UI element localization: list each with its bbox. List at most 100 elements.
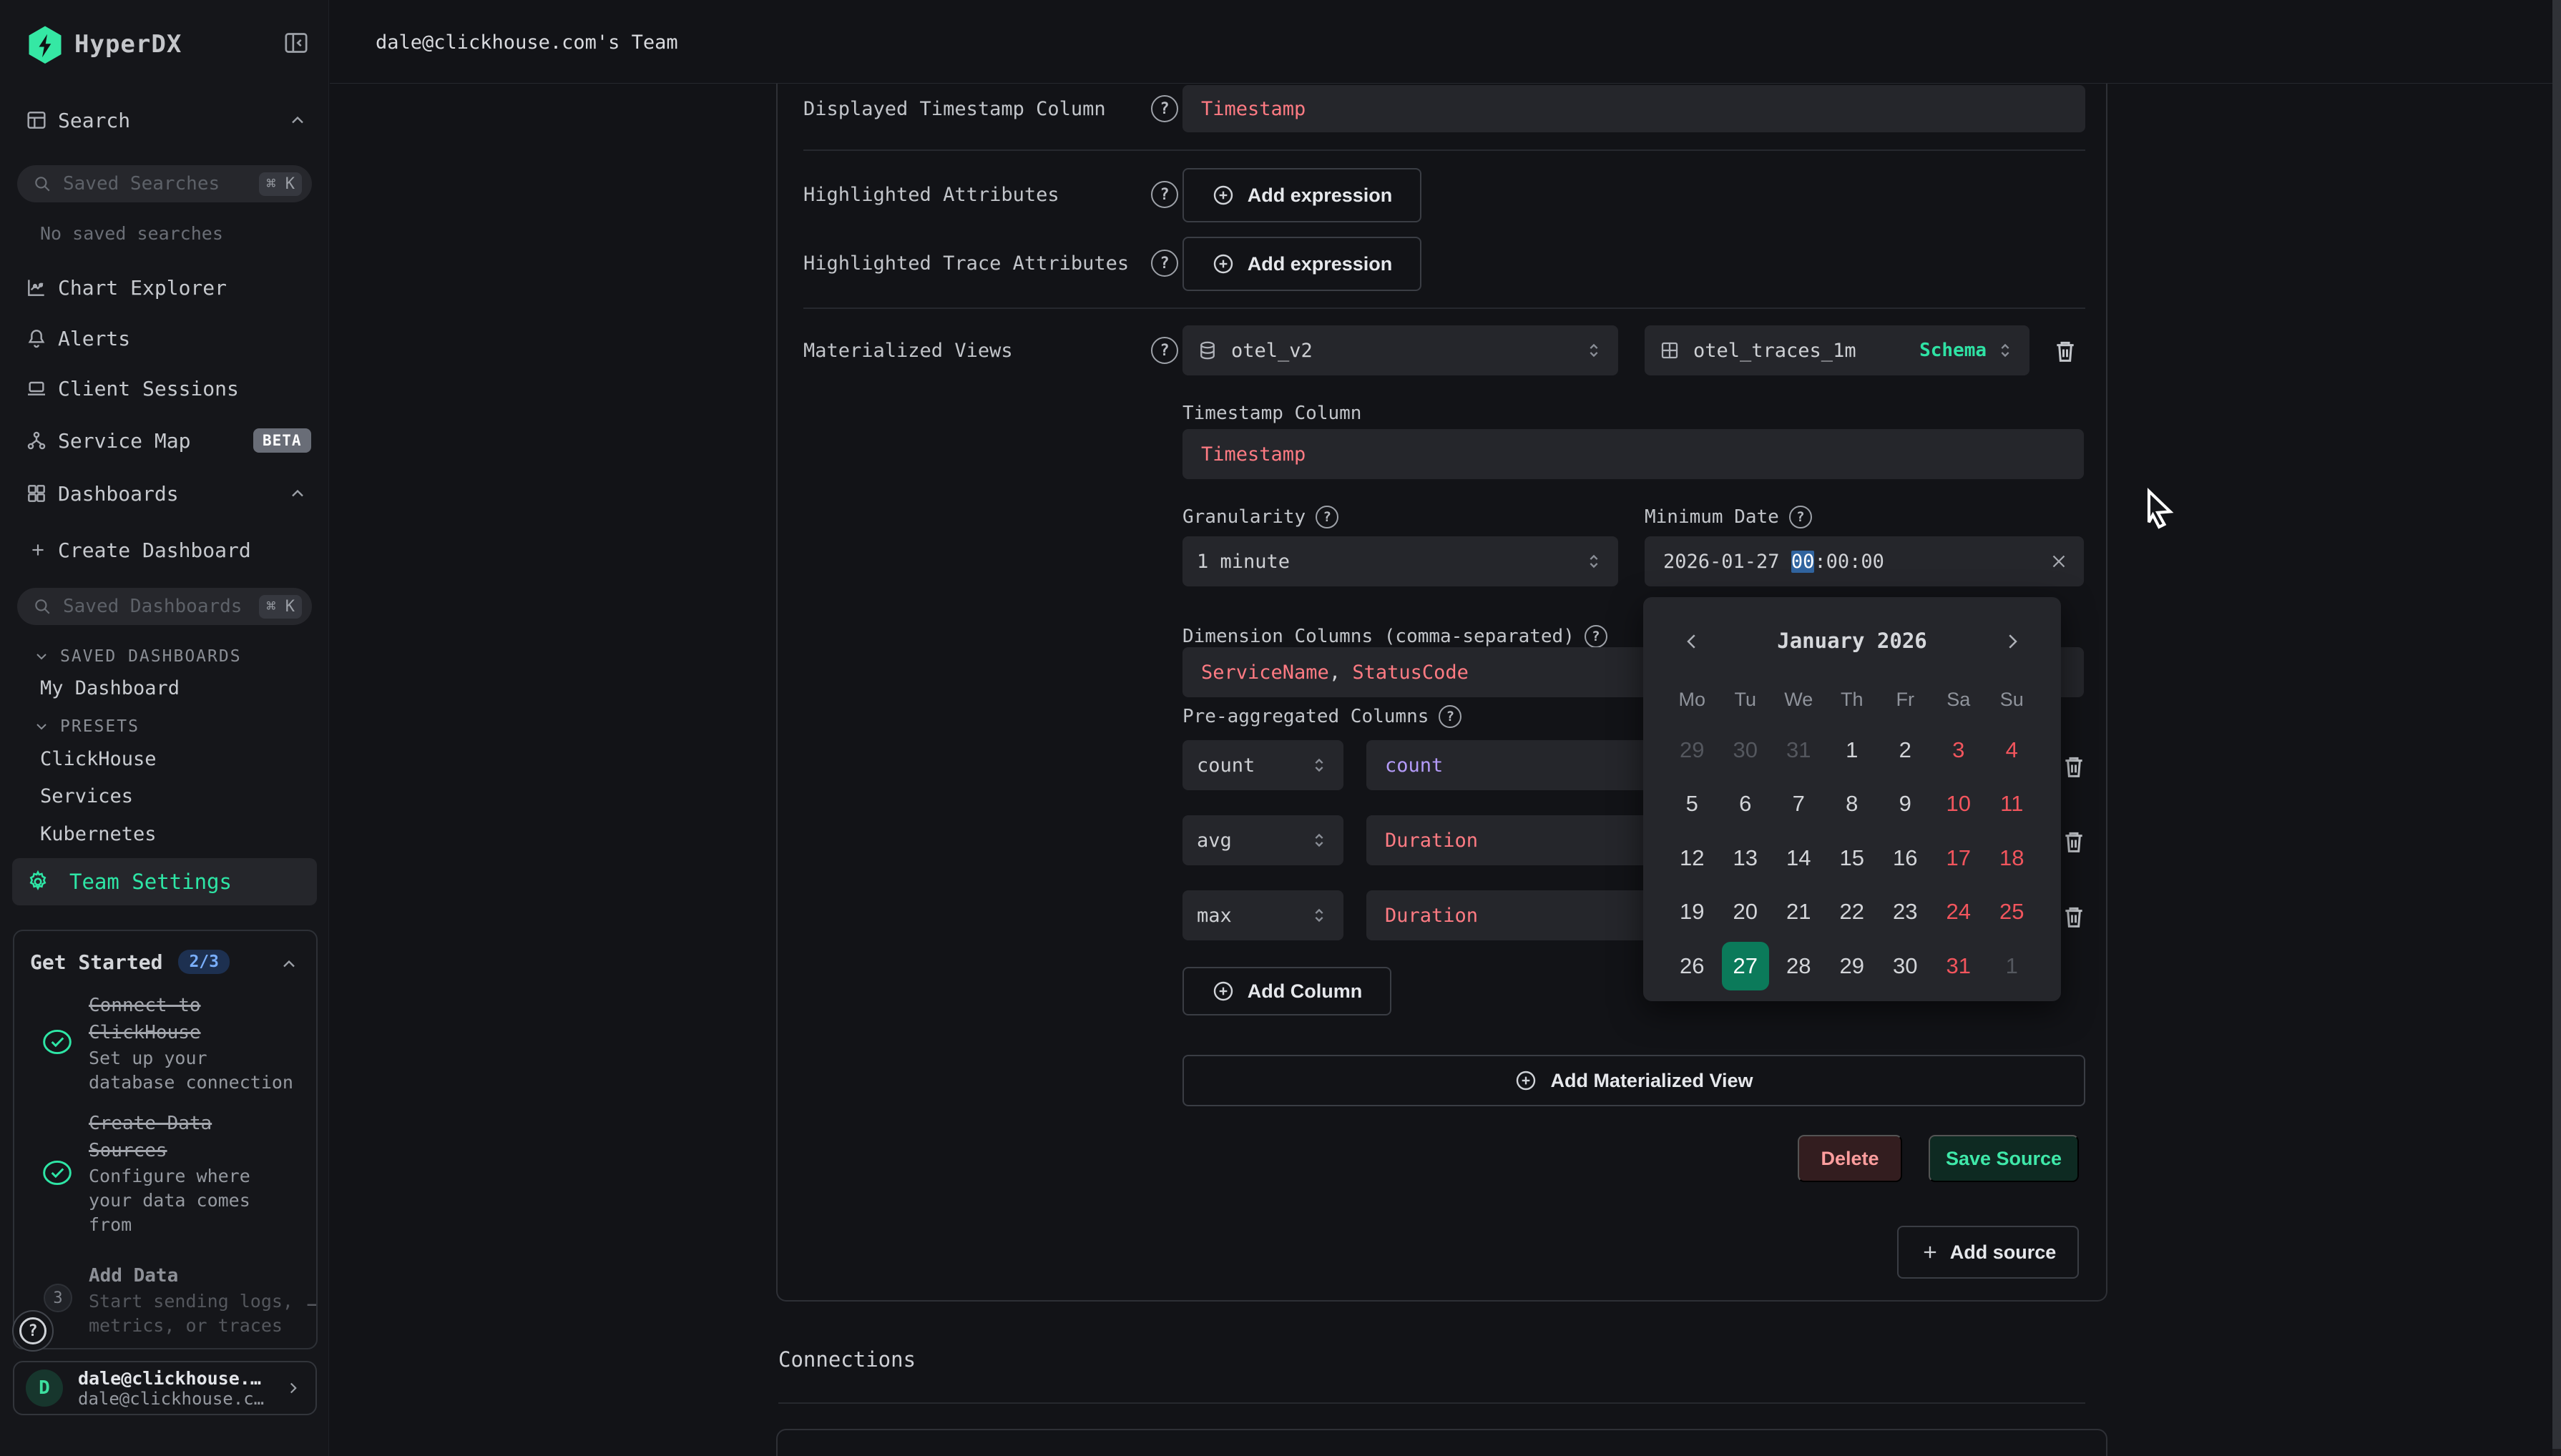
help-icon[interactable]: ? bbox=[1789, 506, 1812, 528]
profile-menu[interactable]: D dale@clickhouse.… dale@clickhouse.c… bbox=[13, 1361, 317, 1415]
calendar-day[interactable]: 24 bbox=[1932, 885, 1986, 940]
sidebar-item-clickhouse[interactable]: ClickHouse bbox=[40, 748, 157, 770]
calendar-day[interactable]: 6 bbox=[1719, 777, 1773, 832]
help-icon[interactable]: ? bbox=[1585, 625, 1607, 648]
schema-badge[interactable]: Schema bbox=[1919, 340, 1987, 361]
calendar-day[interactable]: 20 bbox=[1719, 885, 1773, 940]
sidebar-item-kubernetes[interactable]: Kubernetes bbox=[40, 823, 157, 845]
sidebar-item-client-sessions[interactable]: Client Sessions bbox=[0, 370, 329, 406]
sidebar-item-alerts[interactable]: Alerts bbox=[0, 320, 329, 356]
saved-dashboards-section-header[interactable]: SAVED DASHBOARDS bbox=[33, 644, 242, 669]
presets-section-header[interactable]: PRESETS bbox=[33, 714, 139, 739]
calendar-day[interactable]: 14 bbox=[1772, 831, 1826, 885]
calendar-day[interactable]: 30 bbox=[1719, 723, 1773, 777]
calendar-day[interactable]: 29 bbox=[1665, 723, 1719, 777]
calendar-grid: 2930311234567891011121314151617181920212… bbox=[1665, 723, 2039, 993]
delete-column-icon[interactable] bbox=[2060, 901, 2088, 933]
help-icon[interactable]: ? bbox=[1151, 95, 1178, 122]
calendar-day[interactable]: 21 bbox=[1772, 885, 1826, 940]
calendar-day[interactable]: 29 bbox=[1826, 939, 1879, 993]
chevron-updown-icon bbox=[1309, 905, 1329, 925]
saved-dashboards-input[interactable]: Saved Dashboards ⌘ K bbox=[17, 588, 312, 625]
calendar-day[interactable]: 26 bbox=[1665, 939, 1719, 993]
add-materialized-view-button[interactable]: Add Materialized View bbox=[1182, 1055, 2085, 1106]
sidebar-item-service-map[interactable]: Service Map BETA bbox=[0, 423, 329, 458]
calendar-day[interactable]: 4 bbox=[1985, 723, 2039, 777]
sidebar-item-team-settings[interactable]: Team Settings bbox=[12, 858, 317, 905]
aggregation-op-select[interactable]: count bbox=[1182, 740, 1343, 790]
chevron-up-icon[interactable] bbox=[279, 954, 299, 974]
help-button[interactable]: ? bbox=[12, 1310, 54, 1352]
saved-dashboards-placeholder: Saved Dashboards bbox=[63, 596, 259, 617]
sidebar-item-services[interactable]: Services bbox=[40, 785, 133, 807]
add-expression-button[interactable]: Add expression bbox=[1182, 168, 1421, 222]
page-scrollbar[interactable] bbox=[2552, 0, 2561, 1456]
plus-circle-icon bbox=[1212, 184, 1235, 207]
aggregation-op-select[interactable]: max bbox=[1182, 890, 1343, 940]
calendar-day[interactable]: 18 bbox=[1985, 831, 2039, 885]
calendar-day[interactable]: 15 bbox=[1826, 831, 1879, 885]
calendar-day[interactable]: 22 bbox=[1826, 885, 1879, 940]
calendar-day[interactable]: 17 bbox=[1932, 831, 1986, 885]
chevron-up-icon[interactable] bbox=[288, 110, 308, 130]
mv-timestamp-input[interactable]: Timestamp bbox=[1182, 429, 2084, 479]
calendar-day[interactable]: 30 bbox=[1879, 939, 1932, 993]
add-source-button[interactable]: Add source bbox=[1897, 1226, 2079, 1279]
calendar-day[interactable]: 7 bbox=[1772, 777, 1826, 832]
calendar-day[interactable]: 13 bbox=[1719, 831, 1773, 885]
calendar-day[interactable]: 11 bbox=[1985, 777, 2039, 832]
calendar-day[interactable]: 23 bbox=[1879, 885, 1932, 940]
sidebar-item-search[interactable]: Search bbox=[0, 102, 329, 138]
sidebar-item-dashboards[interactable]: Dashboards bbox=[0, 476, 329, 511]
save-source-button[interactable]: Save Source bbox=[1929, 1135, 2079, 1182]
next-month-button[interactable] bbox=[1994, 623, 2031, 660]
calendar-day[interactable]: 10 bbox=[1932, 777, 1986, 832]
displayed-timestamp-input[interactable]: Timestamp bbox=[1182, 85, 2085, 132]
laptop-icon bbox=[25, 377, 48, 400]
help-icon[interactable]: ? bbox=[1439, 705, 1461, 728]
profile-name: dale@clickhouse.… bbox=[78, 1368, 284, 1389]
chevron-up-icon[interactable] bbox=[288, 483, 308, 503]
delete-column-icon[interactable] bbox=[2060, 751, 2088, 782]
calendar-day[interactable]: 1 bbox=[1826, 723, 1879, 777]
clear-date-icon[interactable] bbox=[2048, 551, 2070, 572]
calendar-day[interactable]: 31 bbox=[1932, 939, 1986, 993]
preaggregated-columns-label-row: Pre-aggregated Columns ? bbox=[1182, 700, 1461, 733]
get-started-title: Get Started bbox=[30, 950, 162, 974]
calendar-day[interactable]: 25 bbox=[1985, 885, 2039, 940]
kbd-shortcut-badge: ⌘ K bbox=[259, 595, 302, 619]
calendar-day[interactable]: 2 bbox=[1879, 723, 1932, 777]
delete-column-icon[interactable] bbox=[2060, 826, 2088, 857]
saved-searches-input[interactable]: Saved Searches ⌘ K bbox=[17, 165, 312, 202]
delete-materialized-view-icon[interactable] bbox=[2051, 335, 2080, 367]
calendar-day[interactable]: 9 bbox=[1879, 777, 1932, 832]
calendar-day[interactable]: 19 bbox=[1665, 885, 1719, 940]
delete-source-button[interactable]: Delete bbox=[1798, 1135, 1902, 1182]
calendar-day[interactable]: 3 bbox=[1932, 723, 1986, 777]
add-expression-button[interactable]: Add expression bbox=[1182, 237, 1421, 291]
calendar-day[interactable]: 5 bbox=[1665, 777, 1719, 832]
scrollbar-thumb[interactable] bbox=[2552, 0, 2561, 1449]
collapse-sidebar-icon[interactable] bbox=[282, 29, 310, 57]
help-icon[interactable]: ? bbox=[1316, 506, 1338, 528]
materialized-view-select[interactable]: otel_v2 bbox=[1182, 325, 1618, 375]
calendar-day[interactable]: 8 bbox=[1826, 777, 1879, 832]
help-icon[interactable]: ? bbox=[1151, 250, 1178, 277]
add-column-button[interactable]: Add Column bbox=[1182, 967, 1391, 1015]
calendar-day[interactable]: 31 bbox=[1772, 723, 1826, 777]
sidebar-item-my-dashboard[interactable]: My Dashboard bbox=[40, 677, 180, 699]
calendar-day[interactable]: 12 bbox=[1665, 831, 1719, 885]
aggregation-op-select[interactable]: avg bbox=[1182, 815, 1343, 865]
calendar-day[interactable]: 28 bbox=[1772, 939, 1826, 993]
help-icon[interactable]: ? bbox=[1151, 337, 1178, 364]
get-started-header[interactable]: Get Started 2/3 bbox=[30, 950, 302, 974]
calendar-day[interactable]: 1 bbox=[1985, 939, 2039, 993]
calendar-day[interactable]: 27 bbox=[1722, 942, 1770, 990]
sidebar-item-chart-explorer[interactable]: Chart Explorer bbox=[0, 270, 329, 305]
help-icon[interactable]: ? bbox=[1151, 181, 1178, 208]
create-dashboard-button[interactable]: Create Dashboard bbox=[0, 532, 329, 568]
granularity-select[interactable]: 1 minute bbox=[1182, 536, 1618, 586]
materialized-table-select[interactable]: otel_traces_1m Schema bbox=[1645, 325, 2029, 375]
calendar-day[interactable]: 16 bbox=[1879, 831, 1932, 885]
minimum-date-input[interactable]: 2026-01-27 00:00:00 bbox=[1645, 536, 2084, 586]
